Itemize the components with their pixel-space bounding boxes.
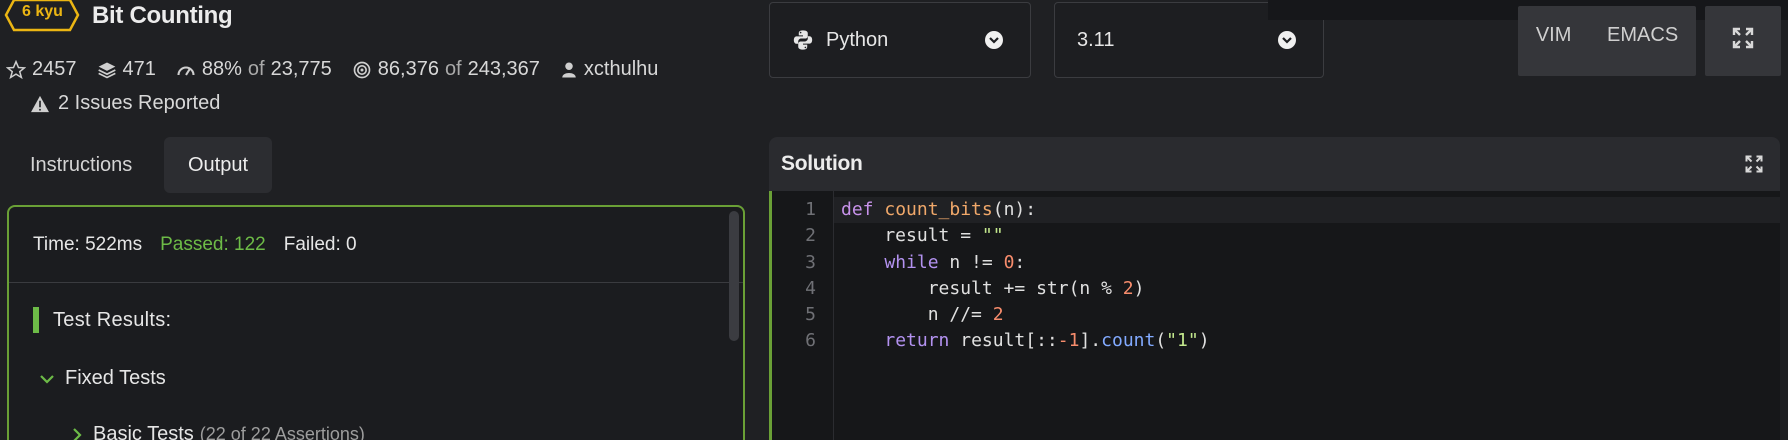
test-results-label: Test Results: <box>53 308 172 331</box>
language-value: Python <box>826 28 889 51</box>
line-number: 3 <box>805 251 816 273</box>
line-number: 6 <box>805 330 816 352</box>
fixed-tests-group[interactable]: Fixed Tests <box>39 367 166 390</box>
kata-title: Bit Counting <box>92 2 233 29</box>
collections-stat[interactable]: 471 <box>97 58 156 81</box>
rank-badge: 6 kyu <box>4 0 80 32</box>
collections-count: 471 <box>122 58 156 80</box>
failed-label: Failed: 0 <box>283 233 357 255</box>
line-number: 5 <box>805 304 816 326</box>
version-value: 3.11 <box>1077 28 1115 51</box>
basic-tests-label: Basic Tests <box>93 423 194 440</box>
code-text: while n != 0: <box>884 251 1026 273</box>
completions-of: of <box>444 58 462 80</box>
editor-mode-buttons: VIM EMACS <box>1518 6 1696 76</box>
code-line: 6 return result[::-1].count("1") <box>772 328 1780 354</box>
satisfaction-percent: 88% <box>201 58 242 80</box>
kata-stats: 2457 471 88% of 23,775 86,376 of 243,367… <box>6 58 678 81</box>
author-stat[interactable]: xcthulhu <box>560 58 659 81</box>
completions-total: 243,367 <box>467 58 540 80</box>
fixed-tests-label: Fixed Tests <box>65 367 166 389</box>
author-name: xcthulhu <box>583 58 659 80</box>
rank-label: 6 kyu <box>22 3 63 20</box>
code-line: 5 n //= 2 <box>772 302 1780 328</box>
line-number: 4 <box>805 277 816 299</box>
output-summary: Time: 522ms Passed: 122 Failed: 0 <box>9 207 743 283</box>
expand-icon[interactable] <box>1744 154 1764 174</box>
layers-icon <box>97 62 116 78</box>
code-text: return result[::-1].count("1") <box>884 330 1210 352</box>
stars-stat[interactable]: 2457 <box>6 58 77 81</box>
code-text: result = "" <box>841 225 1004 247</box>
emacs-button[interactable]: EMACS <box>1607 24 1678 47</box>
solution-panel: Solution 1 def count_bits(n): 2 result =… <box>769 137 1780 440</box>
code-line: 2 result = "" <box>772 223 1780 249</box>
chevron-right-icon <box>73 427 82 440</box>
chevron-down-circle-icon <box>985 31 1003 49</box>
issues-link[interactable]: 2 Issues Reported <box>30 92 220 115</box>
output-scrollbar[interactable] <box>729 211 739 341</box>
line-number: 1 <box>805 199 816 220</box>
output-panel: Time: 522ms Passed: 122 Failed: 0 Test R… <box>7 205 745 440</box>
target-icon <box>353 61 371 78</box>
test-results-marker <box>33 307 39 333</box>
stars-count: 2457 <box>32 58 77 80</box>
chevron-down-icon <box>40 374 54 384</box>
issues-label: 2 Issues Reported <box>58 92 221 114</box>
code-lines: 1 def count_bits(n): 2 result = "" 3 whi… <box>772 197 1780 355</box>
satisfaction-stat: 88% of 23,775 <box>176 58 332 81</box>
tab-instructions[interactable]: Instructions <box>6 137 156 193</box>
code-text: result += str(n % 2) <box>841 277 1145 299</box>
gauge-icon <box>177 66 195 76</box>
passed-label: Passed: 122 <box>160 233 266 255</box>
time-label: Time: 522ms <box>33 233 143 255</box>
fullscreen-button[interactable] <box>1705 6 1781 76</box>
expand-icon <box>1732 27 1754 49</box>
chevron-down-circle-icon <box>1278 31 1296 49</box>
code-text: n //= 2 <box>841 304 1004 326</box>
language-select[interactable]: Python <box>769 2 1031 78</box>
solution-header: Solution <box>769 137 1780 191</box>
completions-stat: 86,376 of 243,367 <box>352 58 540 81</box>
satisfaction-of: of <box>247 58 265 80</box>
basic-tests-group[interactable]: Basic Tests (22 of 22 Assertions) <box>71 423 365 440</box>
code-line: 3 while n != 0: <box>772 250 1780 276</box>
code-line: 1 def count_bits(n): <box>772 197 1780 223</box>
completions-count: 86,376 <box>377 58 439 80</box>
user-icon <box>562 62 576 77</box>
line-number: 2 <box>805 225 816 247</box>
code-line: 4 result += str(n % 2) <box>772 276 1780 302</box>
code-text: def count_bits(n): <box>841 199 1037 220</box>
satisfaction-total: 23,775 <box>270 58 332 80</box>
python-icon <box>793 30 813 50</box>
star-icon <box>6 59 26 79</box>
basic-tests-assertions: (22 of 22 Assertions) <box>199 424 365 440</box>
test-results-heading: Test Results: <box>33 307 171 333</box>
warning-icon <box>31 95 49 112</box>
solution-title: Solution <box>781 152 863 175</box>
code-editor[interactable]: 1 def count_bits(n): 2 result = "" 3 whi… <box>769 191 1780 440</box>
vim-button[interactable]: VIM <box>1536 24 1572 47</box>
tab-output[interactable]: Output <box>164 137 273 193</box>
